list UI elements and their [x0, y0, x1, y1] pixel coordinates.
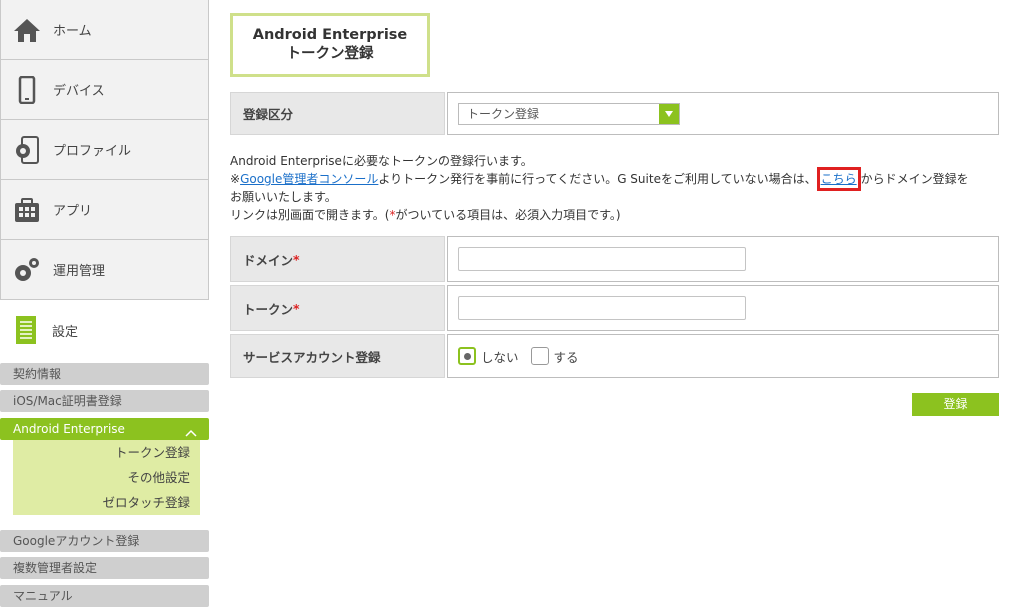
category-cell: トークン登録 — [447, 92, 999, 135]
device-icon — [9, 72, 45, 108]
sidebar-subitem-zerotouch[interactable]: ゼロタッチ登録 — [13, 490, 200, 515]
settings-doc-icon — [8, 312, 44, 348]
submit-button[interactable]: 登録 — [912, 393, 999, 416]
page-title: Android Enterprise トークン登録 — [230, 13, 430, 77]
nav-label: プロファイル — [53, 144, 132, 159]
sidebar-item-label: Android Enterprise — [13, 422, 125, 436]
nav-label: 運用管理 — [53, 264, 106, 279]
category-select[interactable]: トークン登録 — [458, 102, 680, 125]
sidebar-item-google-account[interactable]: Googleアカウント登録 — [0, 530, 209, 552]
google-admin-console-link[interactable]: Google管理者コンソール — [240, 172, 378, 186]
nav-label: デバイス — [53, 84, 105, 99]
page-title-line2: トークン登録 — [286, 46, 374, 62]
nav-apps[interactable]: アプリ — [0, 180, 209, 240]
radio-unchecked-icon[interactable] — [530, 347, 549, 365]
radio-checked-icon[interactable] — [458, 347, 476, 365]
category-row: 登録区分 トークン登録 — [230, 92, 999, 135]
sidebar-item-manual[interactable]: マニュアル — [0, 585, 209, 607]
token-label: トークン * — [230, 285, 445, 331]
page-title-line1: Android Enterprise — [252, 27, 408, 43]
nav-settings[interactable]: 設定 — [0, 300, 209, 360]
nav-devices[interactable]: デバイス — [0, 60, 209, 120]
category-select-value: トークン登録 — [467, 106, 540, 121]
nav-home[interactable]: ホーム — [0, 0, 209, 60]
sidebar-item-multi-admin[interactable]: 複数管理者設定 — [0, 557, 209, 579]
chevron-down-icon[interactable] — [659, 103, 679, 124]
gears-icon — [9, 252, 45, 288]
required-mark: * — [293, 251, 300, 267]
nav-operations[interactable]: 運用管理 — [0, 240, 209, 300]
nav-label: 設定 — [52, 324, 79, 340]
service-account-cell: しない する — [447, 334, 999, 378]
desc-line2: ※Google管理者コンソールよりトークン発行を事前に行ってください。G Sui… — [230, 167, 1005, 191]
profile-icon — [9, 132, 45, 168]
sidebar-subitem-other[interactable]: その他設定 — [13, 465, 200, 490]
sidebar-item-android-enterprise[interactable]: Android Enterprise — [0, 418, 209, 440]
service-account-row: サービスアカウント登録 しない する — [230, 334, 999, 378]
domain-row: ドメイン * — [230, 236, 999, 282]
token-row: トークン * — [230, 285, 999, 331]
nav-label: アプリ — [53, 204, 93, 219]
radio-no[interactable]: しない — [458, 347, 519, 366]
sidebar-subitem-token[interactable]: トークン登録 — [13, 440, 200, 465]
desc-line1: Android Enterpriseに必要なトークンの登録行います。 — [230, 154, 533, 168]
token-input[interactable] — [458, 296, 746, 320]
desc-line4: リンクは別画面で開きます。(*がついている項目は、必須入力項目です。) — [230, 208, 621, 222]
home-icon — [9, 12, 45, 48]
sidebar-item-ios-cert[interactable]: iOS/Mac証明書登録 — [0, 390, 209, 412]
here-link[interactable]: こちら — [821, 172, 857, 186]
nav-label: ホーム — [53, 24, 92, 39]
highlight-box: こちら — [816, 167, 861, 191]
sidebar: ホーム デバイス プロファイル アプリ 運用管理 設定 契約情報 iOS/Mac… — [0, 0, 210, 613]
sidebar-item-contract[interactable]: 契約情報 — [0, 363, 209, 385]
desc-line3: お願いいたします。 — [230, 190, 337, 204]
radio-yes[interactable]: する — [530, 347, 579, 366]
required-mark: * — [293, 300, 300, 316]
domain-input[interactable] — [458, 247, 746, 271]
domain-cell — [447, 236, 999, 282]
app-icon — [9, 192, 45, 228]
service-account-label: サービスアカウント登録 — [230, 334, 445, 378]
description: Android Enterpriseに必要なトークンの登録行います。 ※Goog… — [230, 152, 1005, 224]
nav-profile[interactable]: プロファイル — [0, 120, 209, 180]
domain-label: ドメイン * — [230, 236, 445, 282]
category-label: 登録区分 — [230, 92, 445, 135]
token-cell — [447, 285, 999, 331]
